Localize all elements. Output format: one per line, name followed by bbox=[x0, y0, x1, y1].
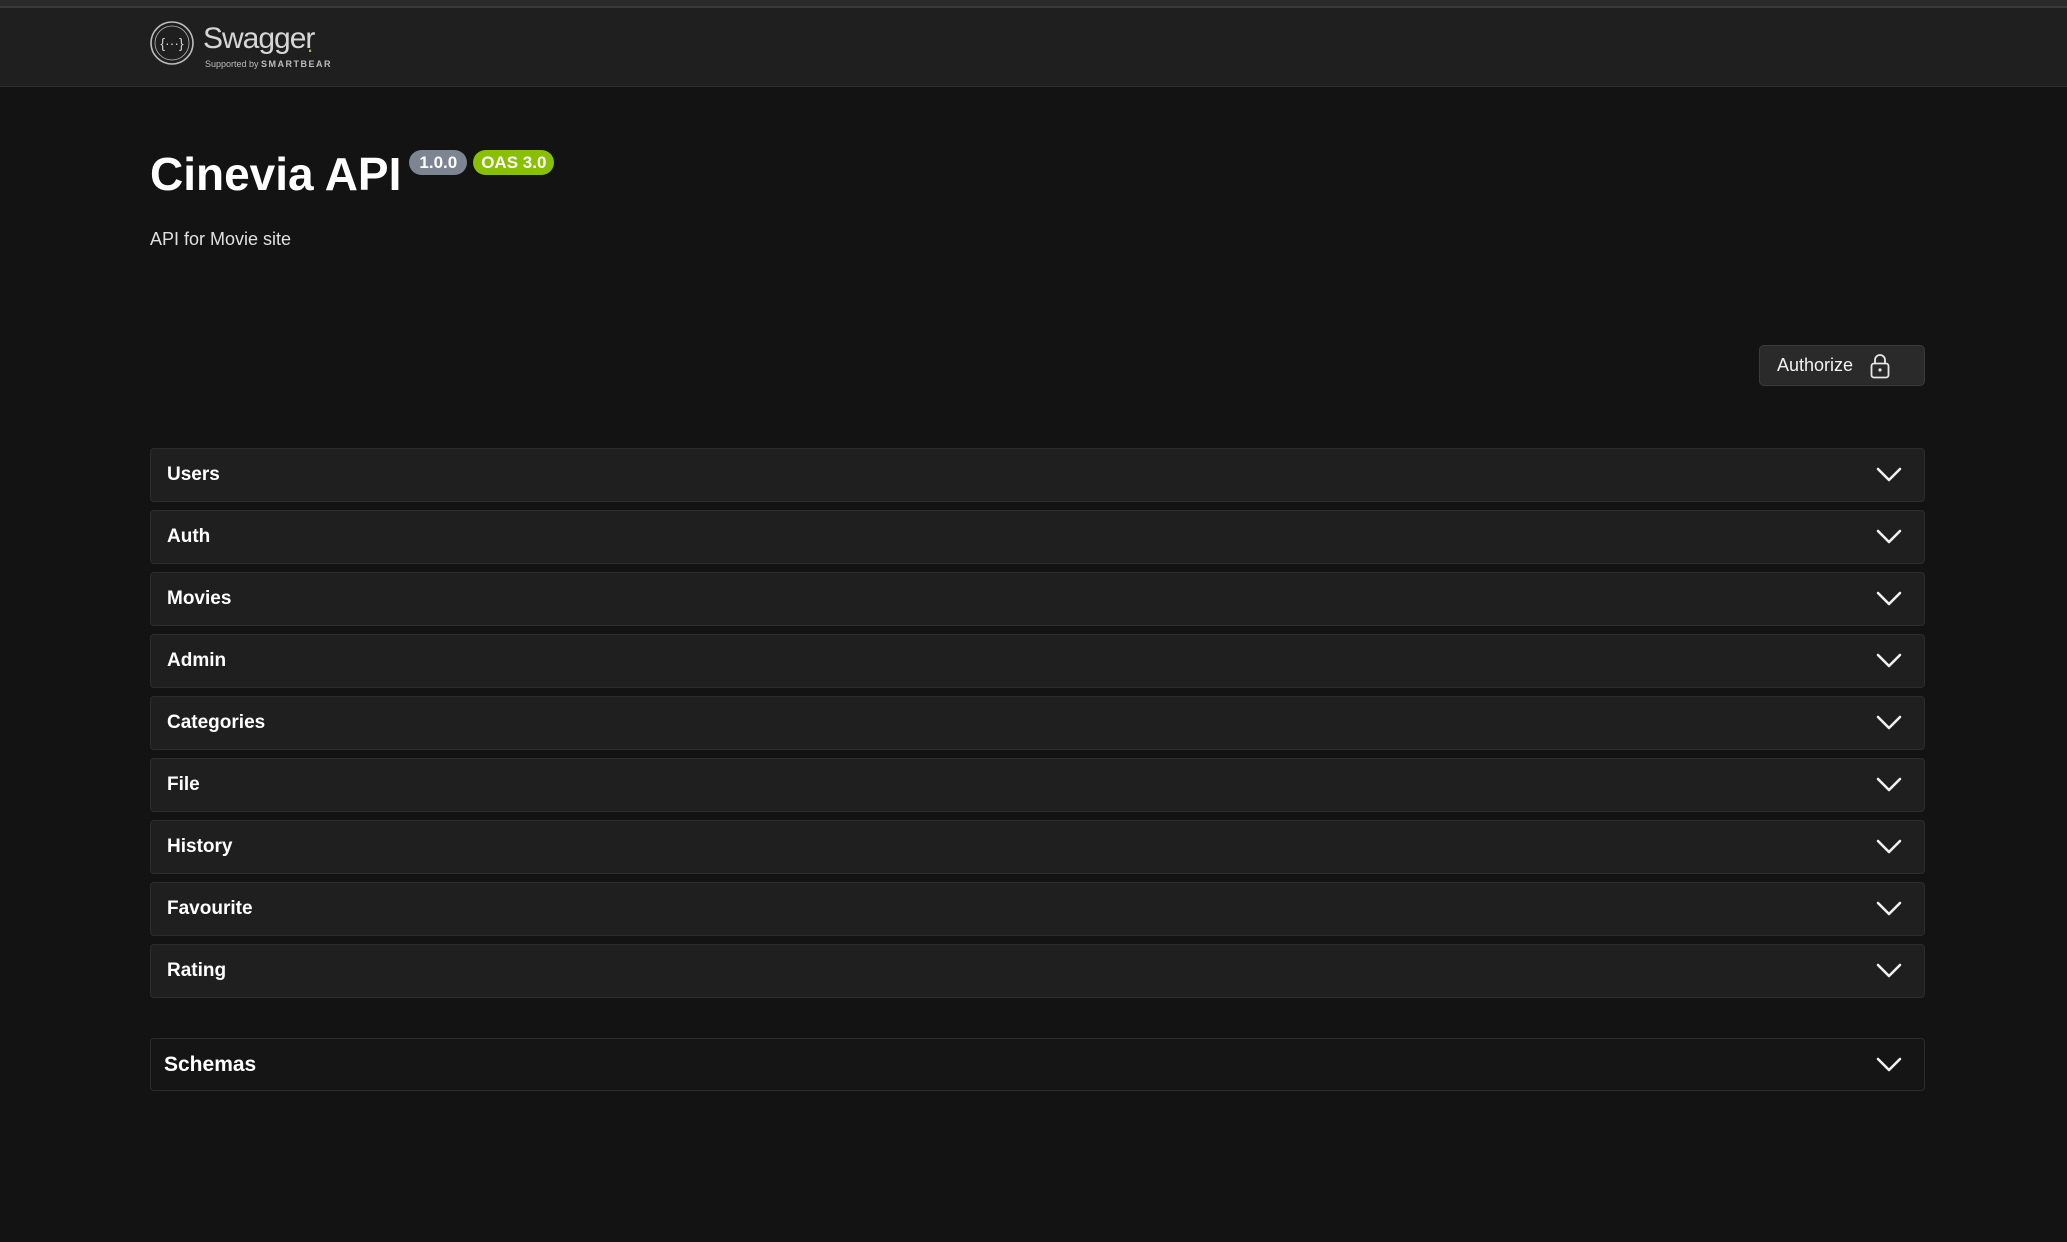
chevron-down-icon bbox=[1876, 963, 1902, 978]
version-badge: 1.0.0 bbox=[409, 150, 468, 175]
tag-auth[interactable]: Auth bbox=[150, 510, 1925, 564]
logo-dot: . bbox=[307, 32, 314, 57]
tag-label: Admin bbox=[167, 650, 227, 671]
chevron-down-icon bbox=[1876, 777, 1902, 792]
tag-rating[interactable]: Rating bbox=[150, 944, 1925, 998]
tag-label: Movies bbox=[167, 588, 232, 609]
tag-label: Users bbox=[167, 464, 220, 485]
chevron-down-icon bbox=[1876, 467, 1902, 482]
top-bar: {···} Swagger . Supported by SMARTBEAR bbox=[0, 8, 2067, 87]
chevron-down-icon bbox=[1876, 901, 1902, 916]
api-description: API for Movie site bbox=[150, 229, 292, 249]
chevron-down-icon bbox=[1876, 839, 1902, 854]
tag-users[interactable]: Users bbox=[150, 448, 1925, 502]
logo-tagline-brand: SMARTBEAR bbox=[261, 59, 333, 69]
swagger-logo[interactable]: {···} Swagger . Supported by SMARTBEAR bbox=[149, 20, 333, 72]
svg-text:{···}: {···} bbox=[160, 35, 184, 51]
api-title: Cinevia API bbox=[150, 148, 402, 200]
top-accent-line bbox=[0, 0, 2067, 8]
lock-icon bbox=[1870, 353, 1890, 378]
chevron-down-icon bbox=[1876, 591, 1902, 606]
tag-favourite[interactable]: Favourite bbox=[150, 882, 1925, 936]
logo-tagline-prefix: Supported by bbox=[205, 59, 262, 69]
authorize-button[interactable]: Authorize bbox=[1759, 345, 1925, 386]
tag-label: Rating bbox=[167, 960, 227, 981]
schemas-section[interactable]: Schemas bbox=[150, 1038, 1925, 1091]
chevron-down-icon bbox=[1876, 715, 1902, 730]
tag-list: Users Auth Movies Admin Categories File … bbox=[150, 448, 1925, 1006]
tag-label: Categories bbox=[167, 712, 266, 733]
tag-file[interactable]: File bbox=[150, 758, 1925, 812]
schemas-label: Schemas bbox=[164, 1052, 257, 1076]
swagger-logo-icon: {···} bbox=[150, 21, 194, 65]
chevron-down-icon bbox=[1876, 653, 1902, 668]
api-info: Cinevia API 1.0.0 OAS 3.0 API for Movie … bbox=[150, 143, 555, 250]
authorize-label: Authorize bbox=[1777, 355, 1854, 375]
tag-label: History bbox=[167, 836, 233, 857]
oas-badge: OAS 3.0 bbox=[473, 150, 555, 175]
tag-history[interactable]: History bbox=[150, 820, 1925, 874]
tag-admin[interactable]: Admin bbox=[150, 634, 1925, 688]
chevron-down-icon bbox=[1876, 1057, 1902, 1071]
tag-movies[interactable]: Movies bbox=[150, 572, 1925, 626]
tag-label: Favourite bbox=[167, 898, 253, 919]
tag-label: File bbox=[167, 774, 200, 795]
tag-label: Auth bbox=[167, 526, 211, 547]
logo-wordmark: Swagger bbox=[203, 22, 315, 55]
tag-categories[interactable]: Categories bbox=[150, 696, 1925, 750]
logo-tagline: Supported by SMARTBEAR bbox=[205, 59, 332, 69]
chevron-down-icon bbox=[1876, 529, 1902, 544]
